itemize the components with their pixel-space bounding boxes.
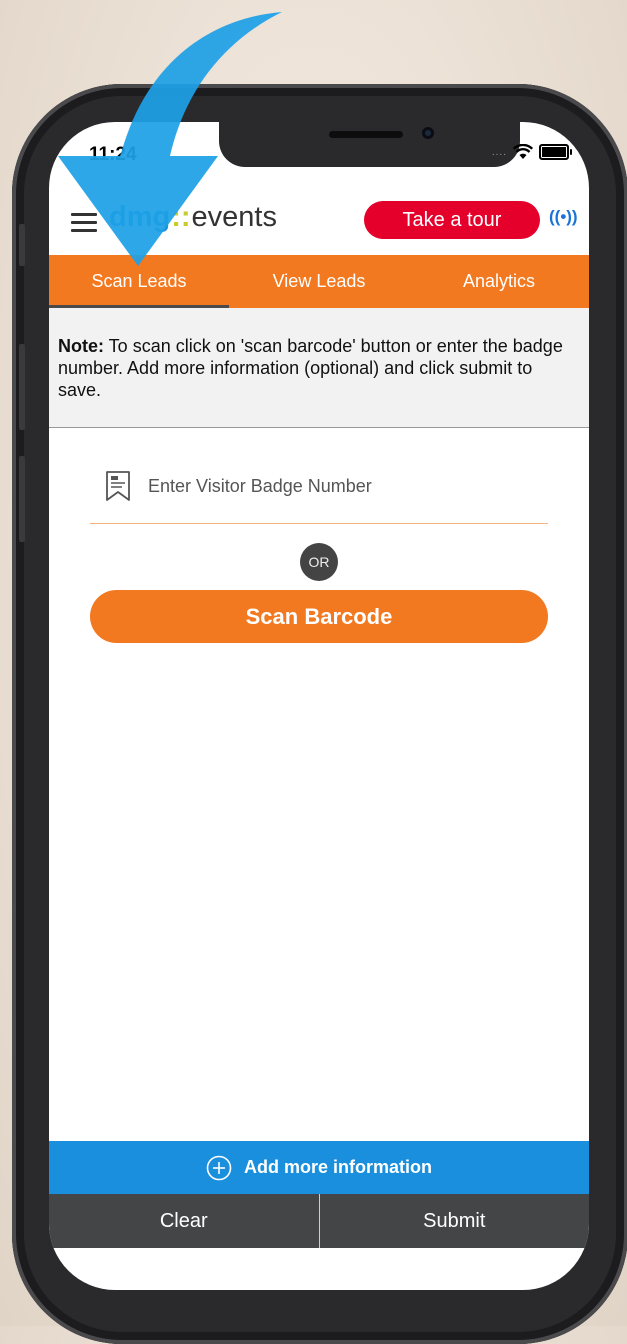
plus-circle-icon [206,1155,232,1180]
signal-icon: .... [491,146,507,158]
logo-dmg: dmg [109,201,171,233]
footer-actions: Clear Submit [49,1194,589,1248]
app-screen: 11:24 .... dmg :: events Take a tour ((•… [49,122,589,1290]
front-camera [422,127,434,139]
scan-barcode-button[interactable]: Scan Barcode [90,590,548,643]
logo-events: events [191,201,277,233]
tab-view-leads[interactable]: View Leads [229,255,409,308]
battery-icon [539,144,572,160]
volume-down-button [19,456,25,542]
instruction-note: Note: To scan click on 'scan barcode' bu… [49,308,589,428]
mute-switch [19,224,25,266]
live-broadcast-icon[interactable]: ((•)) [549,207,578,227]
wifi-icon [513,144,533,159]
clear-button[interactable]: Clear [49,1194,319,1248]
tab-bar: Scan Leads View Leads Analytics [49,255,589,308]
take-a-tour-button[interactable]: Take a tour [364,201,540,239]
app-header: dmg :: events Take a tour ((•)) [49,197,589,255]
status-time: 11:24 [89,144,137,165]
dmg-events-logo: dmg :: events [109,201,277,234]
note-text: To scan click on 'scan barcode' button o… [58,336,563,400]
badge-number-input[interactable] [148,476,528,497]
tab-scan-leads[interactable]: Scan Leads [49,255,229,308]
logo-dots: :: [171,201,191,233]
notch [219,122,520,167]
add-more-information-button[interactable]: Add more information [49,1141,589,1194]
note-prefix: Note: [58,336,104,356]
add-more-information-label: Add more information [244,1157,432,1177]
submit-button[interactable]: Submit [320,1194,590,1248]
badge-number-field [90,468,548,524]
tab-analytics[interactable]: Analytics [409,255,589,308]
volume-up-button [19,344,25,430]
status-icons: .... [491,144,572,160]
hamburger-icon[interactable] [71,213,97,235]
badge-icon [106,471,130,501]
or-separator: OR [300,543,338,581]
speaker [329,131,403,138]
